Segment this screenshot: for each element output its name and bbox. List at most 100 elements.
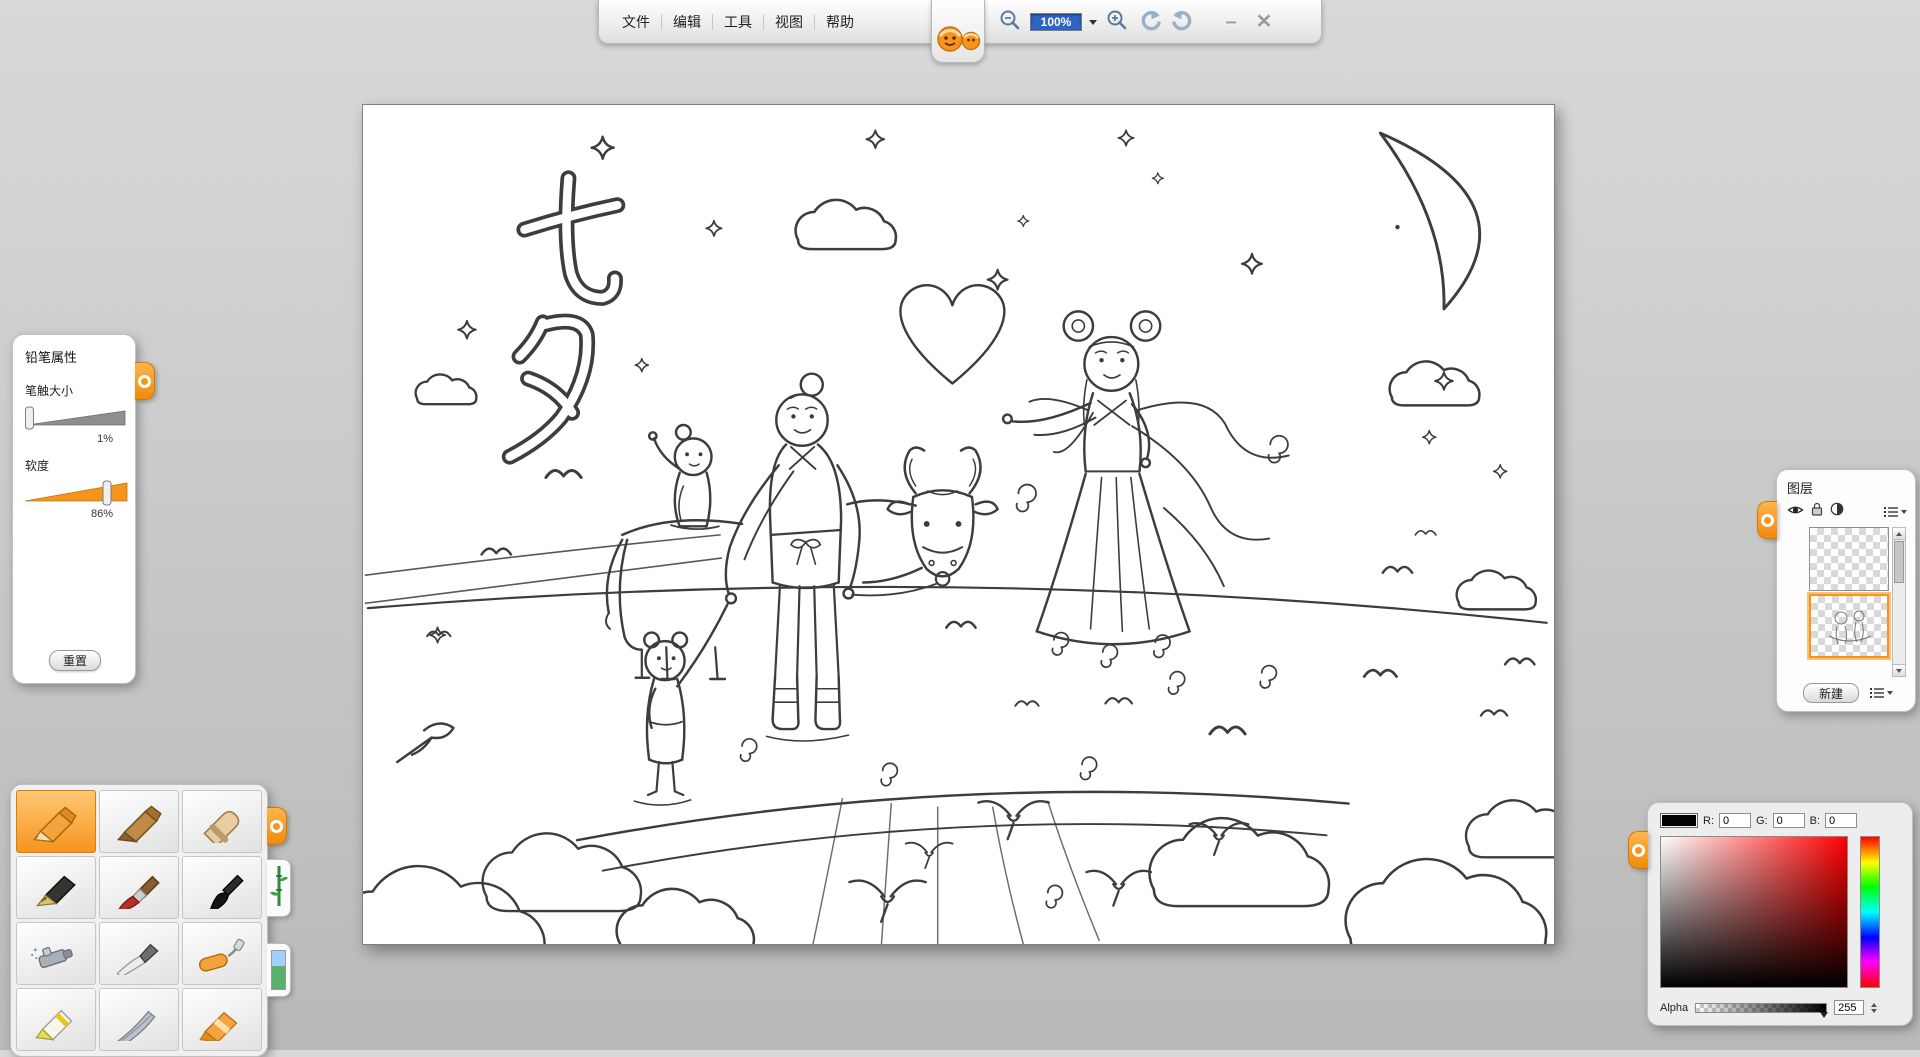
app-logo-icon xyxy=(935,24,981,59)
tool-charcoal-pencil[interactable] xyxy=(99,790,179,853)
alpha-slider[interactable] xyxy=(1695,1003,1827,1013)
softness-track[interactable] xyxy=(25,483,127,501)
redo-button[interactable] xyxy=(1170,9,1196,35)
menu-separator xyxy=(814,14,815,30)
palette-tab[interactable] xyxy=(267,807,287,845)
layer-options-icon xyxy=(1869,687,1885,699)
zoom-level-field[interactable]: 100% xyxy=(1030,13,1082,31)
menu-view[interactable]: 视图 xyxy=(766,8,812,36)
palette-knife-icon xyxy=(110,933,168,975)
visibility-eye-icon[interactable] xyxy=(1787,503,1804,521)
layer-thumbnail-1[interactable] xyxy=(1809,527,1889,591)
tool-palette-knife[interactable] xyxy=(99,922,179,985)
tool-airbrush[interactable] xyxy=(16,922,96,985)
zoom-in-icon xyxy=(1106,9,1128,36)
tool-ink-brush[interactable] xyxy=(182,856,262,919)
minimize-button[interactable]: – xyxy=(1218,9,1244,35)
menu-help[interactable]: 帮助 xyxy=(817,8,863,36)
tool-marker[interactable] xyxy=(16,988,96,1051)
tool-quill-pen[interactable] xyxy=(99,988,179,1051)
zoom-in-button[interactable] xyxy=(1104,9,1130,35)
close-button[interactable]: ✕ xyxy=(1251,9,1277,35)
tool-pencil[interactable] xyxy=(16,790,96,853)
alpha-marker[interactable] xyxy=(1820,1012,1828,1018)
brush-size-handle[interactable] xyxy=(26,407,34,429)
lock-icon[interactable] xyxy=(1811,502,1823,521)
layer-menu-icon xyxy=(1883,506,1899,518)
menu-separator xyxy=(712,14,713,30)
menu-tools[interactable]: 工具 xyxy=(715,8,761,36)
pencil-panel-tab[interactable] xyxy=(135,362,155,400)
scroll-down-button[interactable] xyxy=(1893,664,1905,676)
brush-size-value: 1% xyxy=(25,433,125,445)
r-label: R: xyxy=(1703,815,1714,827)
chevron-down-icon xyxy=(1887,691,1893,695)
charcoal-pencil-icon xyxy=(110,801,168,843)
brush-size-label: 笔触大小 xyxy=(25,382,125,399)
main-toolbar: 文件 编辑 工具 视图 帮助 xyxy=(598,0,1322,44)
panel-logo-icon xyxy=(1761,514,1774,527)
ink-brush-icon xyxy=(193,867,251,909)
layer-thumbnails xyxy=(1809,527,1889,677)
tool-crayon[interactable] xyxy=(182,790,262,853)
color-panel-tab[interactable] xyxy=(1628,831,1648,869)
app-window: 文件 编辑 工具 视图 帮助 xyxy=(0,0,1920,1050)
undo-icon xyxy=(1138,9,1162,36)
zoom-dropdown-caret[interactable] xyxy=(1089,20,1097,25)
layer-options-button[interactable] xyxy=(1869,687,1893,699)
layer-thumbnail-2[interactable] xyxy=(1809,594,1889,658)
zoom-out-icon xyxy=(999,9,1021,36)
layers-scrollbar[interactable] xyxy=(1892,527,1906,677)
alpha-spinner[interactable] xyxy=(1871,1003,1877,1013)
drawing-canvas[interactable] xyxy=(362,104,1555,945)
menu-edit[interactable]: 编辑 xyxy=(664,8,710,36)
hue-slider[interactable] xyxy=(1860,836,1880,988)
tool-paint-brush[interactable] xyxy=(99,856,179,919)
picker-row xyxy=(1660,836,1900,988)
g-label: G: xyxy=(1756,815,1768,827)
layer-menu-button[interactable] xyxy=(1883,506,1907,518)
softness-slider[interactable] xyxy=(25,480,125,506)
saturation-value-picker[interactable] xyxy=(1660,836,1848,988)
marker-icon xyxy=(27,999,85,1041)
color-picker-panel: R: G: B: Alpha xyxy=(1647,802,1913,1026)
scrollbar-thumb[interactable] xyxy=(1894,541,1904,583)
scene-thumbnail-tab[interactable] xyxy=(267,943,291,997)
current-color-swatch[interactable] xyxy=(1660,813,1698,828)
alpha-input[interactable] xyxy=(1834,1000,1864,1015)
reset-button[interactable]: 重置 xyxy=(49,650,101,671)
g-input[interactable] xyxy=(1773,813,1805,828)
app-logo-tab[interactable] xyxy=(931,0,985,63)
zoom-out-button[interactable] xyxy=(997,9,1023,35)
scroll-up-button[interactable] xyxy=(1893,528,1905,540)
spin-down-icon xyxy=(1871,1009,1877,1013)
canvas-artwork xyxy=(363,105,1554,944)
chevron-down-icon xyxy=(1901,510,1907,514)
panel-logo-icon xyxy=(270,820,283,833)
new-layer-button[interactable]: 新建 xyxy=(1803,683,1859,703)
layers-footer: 新建 xyxy=(1787,683,1907,703)
toolbar-controls: 100% – ✕ xyxy=(997,0,1277,44)
bamboo-icon xyxy=(269,863,289,914)
brush-size-slider[interactable] xyxy=(25,405,125,431)
layers-list xyxy=(1787,527,1907,677)
quill-pen-icon xyxy=(110,999,168,1041)
bamboo-tab[interactable] xyxy=(267,859,291,917)
menu-file[interactable]: 文件 xyxy=(613,8,659,36)
r-input[interactable] xyxy=(1719,813,1751,828)
tool-paint-roller[interactable] xyxy=(182,922,262,985)
menu-separator xyxy=(661,14,662,30)
tool-oil-pastel[interactable] xyxy=(182,988,262,1051)
panel-logo-icon xyxy=(1632,844,1645,857)
layers-toolbar xyxy=(1787,502,1907,521)
undo-button[interactable] xyxy=(1137,9,1163,35)
b-input[interactable] xyxy=(1825,813,1857,828)
triangle-down-icon xyxy=(1896,669,1902,673)
spin-up-icon xyxy=(1871,1003,1877,1007)
brush-size-track[interactable] xyxy=(27,411,125,425)
tool-fountain-pen[interactable] xyxy=(16,856,96,919)
blend-icon[interactable] xyxy=(1830,502,1844,521)
softness-handle[interactable] xyxy=(103,481,111,505)
layers-panel-tab[interactable] xyxy=(1757,501,1777,539)
menubar: 文件 编辑 工具 视图 帮助 xyxy=(613,0,863,43)
